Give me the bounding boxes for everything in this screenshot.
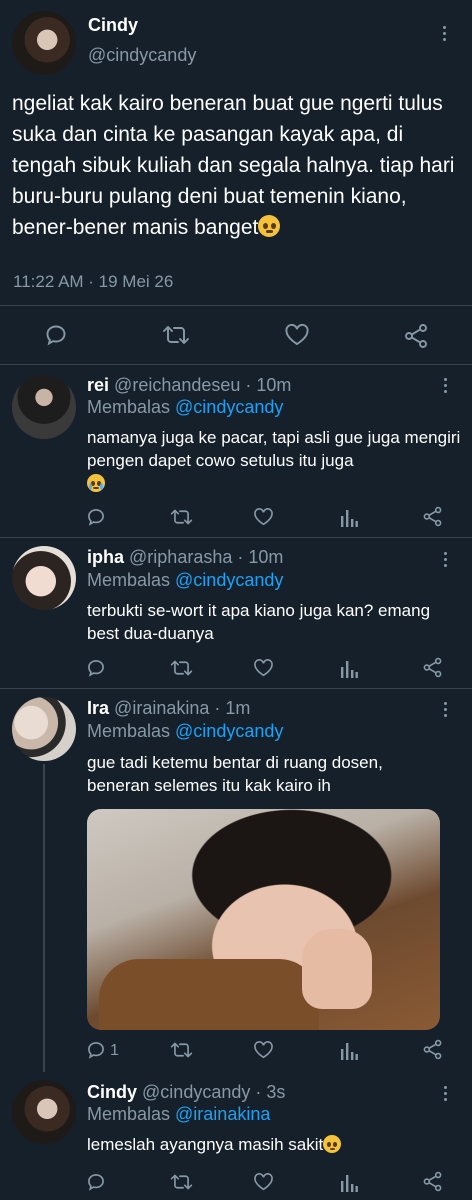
retweet-icon[interactable] — [170, 1172, 193, 1192]
avatar[interactable] — [12, 546, 76, 610]
author-handle[interactable]: @cindycandy — [88, 45, 196, 66]
avatar[interactable] — [12, 1080, 76, 1144]
analytics-icon[interactable] — [340, 507, 358, 527]
replying-to: Membalas @irainakina — [87, 1104, 271, 1124]
speech-bubble-icon[interactable] — [86, 658, 106, 678]
share-icon[interactable] — [422, 506, 443, 527]
analytics-icon[interactable] — [340, 1172, 358, 1192]
reply-age: · 10m — [240, 375, 292, 395]
retweet-icon[interactable] — [170, 658, 193, 678]
heart-icon[interactable] — [253, 507, 274, 527]
replying-to: Membalas @cindycandy — [87, 721, 284, 741]
reply-age: · 3s — [250, 1082, 286, 1102]
share-icon[interactable] — [403, 323, 429, 349]
thread-line — [43, 764, 45, 1072]
crying-face-icon — [87, 474, 105, 492]
replying-to: Membalas @cindycandy — [87, 570, 284, 590]
retweet-icon[interactable] — [162, 323, 190, 347]
avatar[interactable] — [12, 375, 76, 439]
heart-icon[interactable] — [284, 323, 310, 347]
photo-shoulder — [99, 959, 319, 1030]
photo-hand — [302, 929, 372, 1009]
tweet-timestamp[interactable]: 11:22 AM · 19 Mei 26 — [13, 272, 173, 292]
share-icon[interactable] — [422, 657, 443, 678]
reply-text: namanya juga ke pacar, tapi asli gue jug… — [87, 426, 463, 495]
speech-bubble-icon[interactable] — [86, 1040, 106, 1060]
divider — [0, 537, 472, 538]
speech-bubble-icon[interactable] — [44, 323, 68, 347]
reply-header: Ira @irainakina · 1m — [87, 698, 250, 719]
author-name[interactable]: Cindy — [87, 1082, 137, 1102]
mention-link[interactable]: @irainakina — [175, 1104, 270, 1124]
author-handle[interactable]: @irainakina — [114, 698, 209, 718]
reply-text: lemeslah ayangnya masih sakit — [87, 1133, 457, 1156]
pleading-face-icon — [258, 215, 281, 237]
speech-bubble-icon[interactable] — [86, 1172, 106, 1192]
more-options-icon[interactable] — [442, 1086, 448, 1101]
reply-age: · 1m — [209, 698, 251, 718]
divider — [0, 364, 472, 365]
heart-icon[interactable] — [253, 1040, 274, 1060]
reply-text: terbukti se-wort it apa kiano juga kan? … — [87, 601, 431, 643]
reply-count: 1 — [110, 1042, 119, 1059]
more-options-icon[interactable] — [442, 702, 448, 717]
retweet-icon[interactable] — [170, 1040, 193, 1060]
more-options-icon[interactable] — [442, 552, 448, 567]
more-options-icon[interactable] — [442, 378, 448, 393]
divider — [0, 305, 472, 306]
reply-age: · 10m — [232, 547, 284, 567]
author-name[interactable]: ipha — [87, 547, 124, 567]
divider — [0, 688, 472, 689]
author-name[interactable]: Cindy — [88, 15, 138, 36]
retweet-icon[interactable] — [170, 507, 193, 527]
author-handle[interactable]: @reichandeseu — [114, 375, 240, 395]
avatar[interactable] — [12, 11, 76, 75]
mention-link[interactable]: @cindycandy — [175, 397, 283, 417]
author-name[interactable]: rei — [87, 375, 109, 395]
analytics-icon[interactable] — [340, 1040, 358, 1060]
heart-icon[interactable] — [253, 658, 274, 678]
tweet-text: ngeliat kak kairo beneran buat gue ngert… — [12, 92, 455, 239]
speech-bubble-icon[interactable] — [86, 507, 106, 527]
reply-header: ipha @ripharasha · 10m — [87, 547, 283, 568]
avatar[interactable] — [12, 697, 76, 761]
mention-link[interactable]: @cindycandy — [175, 570, 283, 590]
reply-text: gue tadi ketemu bentar di ruang dosen, b… — [87, 753, 383, 795]
reply-header: rei @reichandeseu · 10m — [87, 375, 291, 396]
analytics-icon[interactable] — [340, 658, 358, 678]
author-name[interactable]: Ira — [87, 698, 109, 718]
author-handle[interactable]: @ripharasha — [129, 547, 232, 567]
reply-header: Cindy @cindycandy · 3s — [87, 1082, 285, 1103]
replying-to: Membalas @cindycandy — [87, 397, 284, 417]
attached-photo[interactable] — [87, 809, 440, 1030]
mention-link[interactable]: @cindycandy — [175, 721, 283, 741]
sneezing-face-icon — [323, 1135, 342, 1153]
more-options-icon[interactable] — [441, 26, 447, 41]
share-icon[interactable] — [422, 1039, 443, 1060]
heart-icon[interactable] — [253, 1172, 274, 1192]
share-icon[interactable] — [422, 1171, 443, 1192]
author-handle[interactable]: @cindycandy — [142, 1082, 250, 1102]
